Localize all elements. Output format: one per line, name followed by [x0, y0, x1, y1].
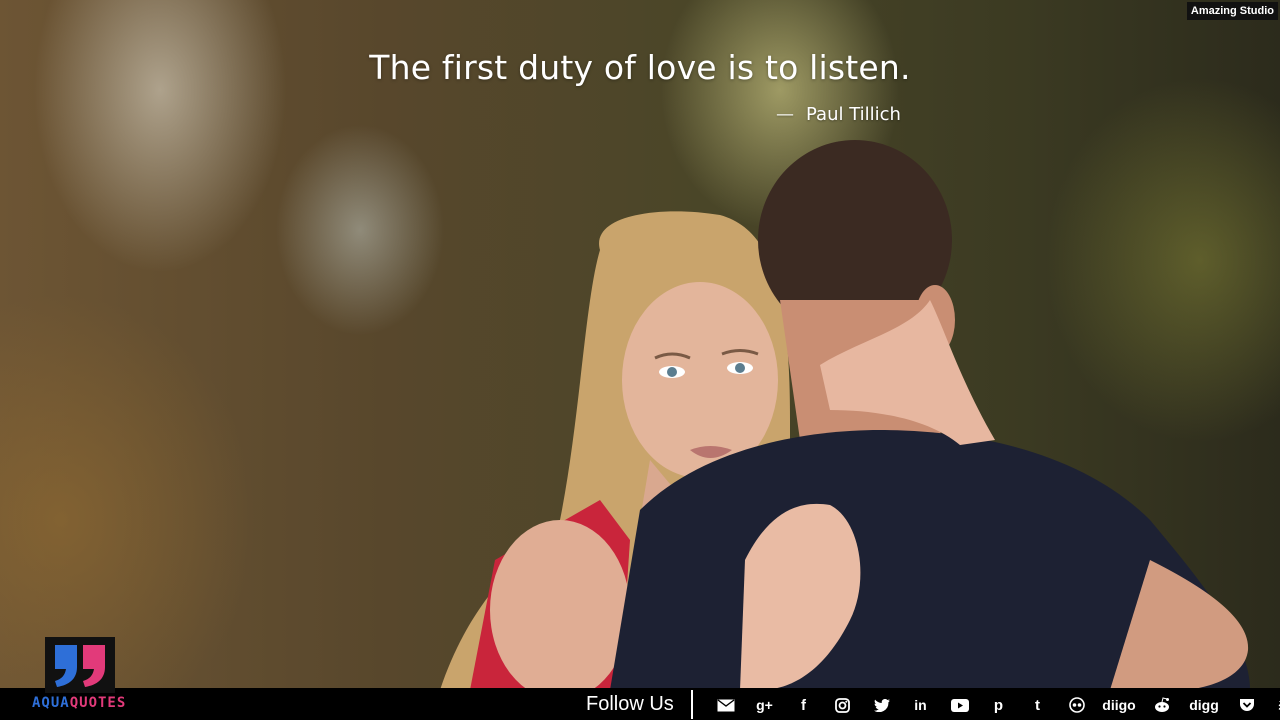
reddit-icon[interactable] [1142, 691, 1181, 719]
instagram-icon[interactable] [823, 691, 862, 719]
buffer-icon[interactable] [1266, 691, 1280, 719]
brand-name: AQUAQUOTES [32, 695, 126, 711]
studio-watermark: Amazing Studio [1186, 2, 1278, 20]
footer-divider [691, 690, 693, 719]
brand-name-quotes: QUOTES [69, 695, 127, 711]
email-icon[interactable] [706, 691, 745, 719]
follow-us-label: Follow Us [586, 693, 674, 715]
twitter-icon[interactable] [862, 691, 901, 719]
pocket-icon[interactable] [1227, 691, 1266, 719]
couple-illustration [440, 140, 1250, 700]
quote-marks-icon [55, 645, 105, 687]
brand-logo[interactable] [45, 637, 115, 693]
pinterest-icon[interactable]: p [979, 691, 1018, 719]
google-plus-icon[interactable]: g+ [745, 691, 784, 719]
tumblr-icon[interactable]: t [1018, 691, 1057, 719]
quote-author: — Paul Tillich [776, 104, 901, 125]
author-name: Paul Tillich [806, 104, 901, 125]
flickr-icon[interactable] [1057, 691, 1096, 719]
background-photo [0, 0, 1280, 720]
brand-name-aqua: AQUA [32, 695, 70, 711]
diigo-icon[interactable]: diigo [1096, 691, 1142, 719]
linkedin-icon[interactable]: in [901, 691, 940, 719]
digg-icon[interactable]: digg [1181, 691, 1227, 719]
quote-text: The first duty of love is to listen. [369, 48, 911, 87]
youtube-icon[interactable] [940, 691, 979, 719]
facebook-icon[interactable]: f [784, 691, 823, 719]
author-dash: — [776, 104, 794, 125]
social-icons: g+ f in p t diigo digg [706, 690, 1280, 720]
